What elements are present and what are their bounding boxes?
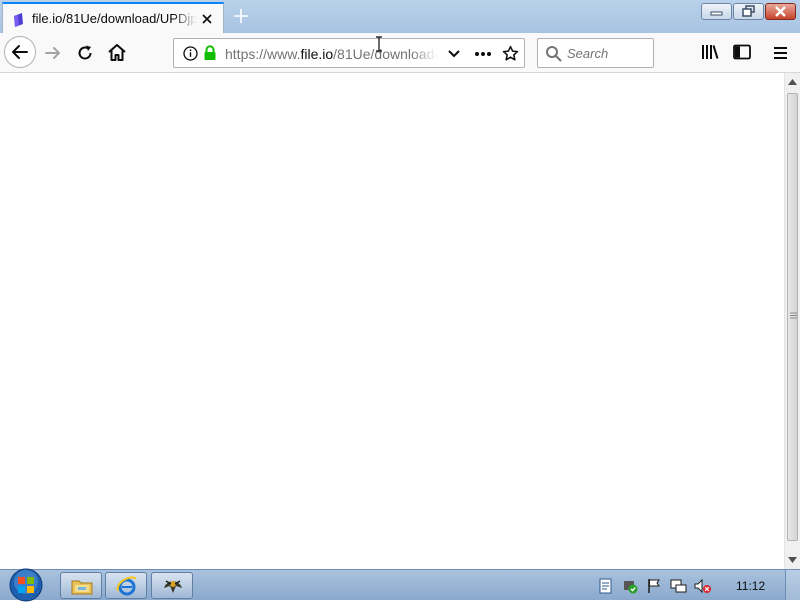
page-content[interactable] bbox=[0, 73, 784, 569]
back-button[interactable] bbox=[4, 36, 36, 68]
flag-icon[interactable] bbox=[647, 578, 662, 594]
show-desktop-button[interactable] bbox=[785, 570, 800, 600]
url-scheme-prefix: https://www. bbox=[225, 46, 301, 62]
new-tab-icon[interactable] bbox=[231, 6, 251, 26]
chevron-down-icon[interactable] bbox=[447, 49, 461, 59]
url-path: /81Ue/download/UPDjp5 bbox=[333, 46, 437, 62]
sidebar-icon[interactable] bbox=[733, 44, 751, 60]
close-tab-icon[interactable] bbox=[200, 12, 214, 26]
restore-button[interactable] bbox=[733, 3, 764, 20]
scroll-up-arrow-icon[interactable] bbox=[788, 79, 797, 85]
navigation-toolbar: https://www.file.io/81Ue/download/UPDjp5 bbox=[0, 33, 800, 73]
search-icon bbox=[546, 46, 562, 62]
bookmark-star-icon[interactable] bbox=[502, 45, 519, 62]
scrollbar-grip-icon bbox=[790, 312, 797, 319]
taskbar-clock[interactable]: 11:12 bbox=[736, 579, 765, 593]
windows-start-button[interactable] bbox=[6, 568, 46, 602]
tab-active[interactable]: file.io/81Ue/download/UPDjp5 bbox=[2, 2, 224, 33]
menu-icon[interactable] bbox=[773, 46, 789, 60]
taskbar-internet-explorer-button[interactable] bbox=[105, 572, 147, 599]
url-bar[interactable]: https://www.file.io/81Ue/download/UPDjp5 bbox=[173, 38, 525, 68]
close-window-button[interactable] bbox=[765, 3, 796, 20]
home-icon[interactable] bbox=[107, 43, 127, 62]
info-icon[interactable] bbox=[183, 46, 198, 61]
internet-explorer-icon bbox=[116, 576, 137, 596]
search-bar[interactable] bbox=[537, 38, 654, 68]
security-icon[interactable] bbox=[622, 578, 639, 594]
scroll-down-arrow-icon[interactable] bbox=[788, 557, 797, 563]
lock-icon[interactable] bbox=[203, 45, 217, 61]
text-cursor-icon bbox=[376, 36, 382, 52]
back-arrow-icon bbox=[12, 45, 28, 59]
forward-arrow-icon[interactable] bbox=[43, 44, 63, 62]
minimize-button[interactable] bbox=[701, 3, 732, 20]
tab-title: file.io/81Ue/download/UPDjp5 bbox=[32, 11, 197, 26]
taskbar-app-button[interactable] bbox=[151, 572, 193, 599]
windows-explorer-icon bbox=[71, 580, 93, 595]
url-text[interactable]: https://www.file.io/81Ue/download/UPDjp5 bbox=[225, 46, 437, 62]
windows-taskbar: 11:12 bbox=[0, 568, 800, 602]
vertical-scrollbar[interactable] bbox=[784, 73, 800, 569]
taskbar-explorer-button[interactable] bbox=[60, 572, 102, 599]
page-actions-icon[interactable] bbox=[474, 51, 492, 57]
fileio-favicon-icon bbox=[14, 13, 23, 27]
library-icon[interactable] bbox=[701, 44, 719, 60]
reload-icon[interactable] bbox=[76, 44, 94, 62]
app-icon bbox=[164, 580, 182, 593]
volume-muted-icon[interactable] bbox=[694, 578, 712, 594]
url-domain: file.io bbox=[300, 46, 334, 62]
scrollbar-thumb[interactable] bbox=[787, 93, 798, 541]
action-center-icon[interactable] bbox=[599, 578, 613, 594]
network-icon[interactable] bbox=[670, 578, 687, 594]
search-input[interactable] bbox=[567, 45, 647, 61]
tab-strip: file.io/81Ue/download/UPDjp5 bbox=[0, 0, 800, 33]
